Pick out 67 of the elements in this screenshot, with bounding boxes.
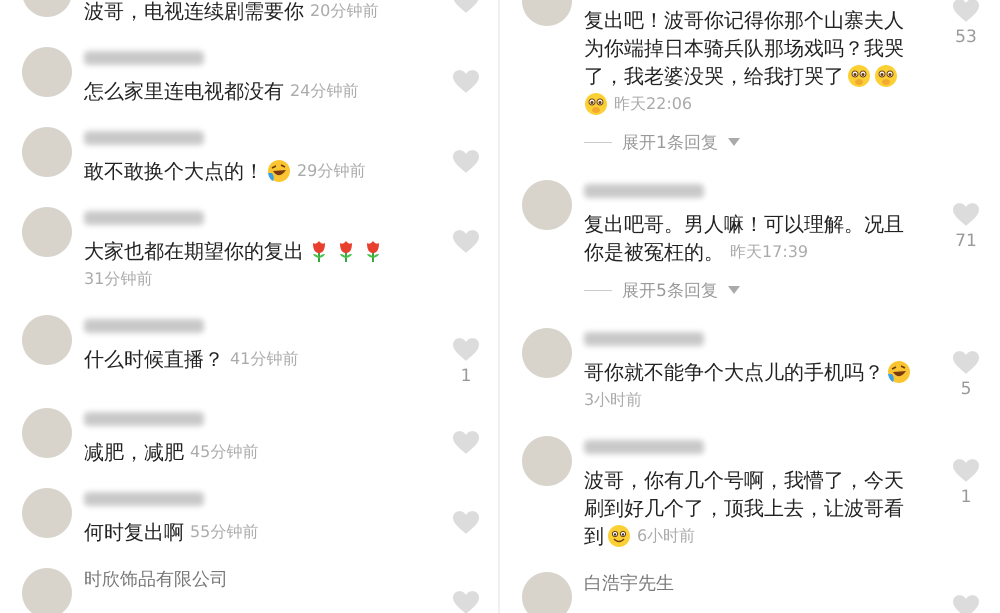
comment-text: 复出吧！波哥你记得你那个山寨夫人 <box>584 6 904 34</box>
comment-text: 怎么家里连电视都没有 <box>84 78 284 104</box>
comment-text: 你是被冤枉的。 <box>584 238 724 266</box>
avatar[interactable] <box>22 408 72 458</box>
timestamp: 20分钟前 <box>310 0 378 22</box>
like-count: 71 <box>955 231 977 251</box>
pleading-face-icon <box>847 64 871 88</box>
timestamp: 3小时前 <box>584 390 642 410</box>
avatar[interactable] <box>522 180 572 230</box>
laughing-crying-face-icon <box>887 360 911 384</box>
timestamp: 昨天17:39 <box>730 242 808 262</box>
heart-icon[interactable] <box>953 351 979 375</box>
heart-icon[interactable] <box>453 150 479 174</box>
avatar[interactable] <box>22 207 72 257</box>
comment-text: 了，我老婆没哭，给我打哭了 <box>584 62 844 90</box>
pleading-face-icon <box>584 92 608 116</box>
comment-text: 减肥，减肥 <box>84 438 184 466</box>
avatar[interactable] <box>522 328 572 378</box>
avatar[interactable] <box>22 568 72 613</box>
comment-text: 何时复出啊 <box>84 518 184 546</box>
comment-text: 复出吧哥。男人嘛！可以理解。况且 <box>584 210 904 238</box>
like-count: 5 <box>960 379 972 399</box>
timestamp: 6小时前 <box>637 526 696 546</box>
heart-icon[interactable] <box>453 591 479 613</box>
heart-icon[interactable] <box>953 203 979 227</box>
heart-icon[interactable] <box>953 0 979 23</box>
caret-down-icon <box>728 286 740 294</box>
timestamp: 昨天22:06 <box>614 94 692 114</box>
pleading-face-icon <box>874 64 898 88</box>
timestamp: 55分钟前 <box>190 522 258 542</box>
avatar[interactable] <box>22 488 72 538</box>
avatar[interactable] <box>22 315 72 365</box>
heart-icon[interactable] <box>453 511 479 535</box>
timestamp: 45分钟前 <box>190 442 258 462</box>
heart-icon[interactable] <box>453 431 479 455</box>
avatar[interactable] <box>22 127 72 177</box>
timestamp: 41分钟前 <box>230 348 298 370</box>
timestamp: 29分钟前 <box>297 160 366 182</box>
comment-text: 敢不敢换个大点的！ <box>84 158 264 184</box>
heart-icon[interactable] <box>953 595 979 613</box>
avatar[interactable] <box>522 572 572 613</box>
comment-text: 为你端掉日本骑兵队那场戏吗？我哭 <box>584 34 904 62</box>
comment-text: 哥你就不能争个大点儿的手机吗？ <box>584 358 884 386</box>
heart-icon[interactable] <box>453 70 479 94</box>
comment-text: 波哥，电视连续剧需要你 <box>84 0 304 24</box>
timestamp: 24分钟前 <box>290 80 358 102</box>
heart-icon[interactable] <box>953 459 979 483</box>
avatar[interactable] <box>522 436 572 486</box>
caret-down-icon <box>728 138 740 146</box>
expand-replies-link[interactable]: 展开5条回复 <box>622 278 718 302</box>
heart-icon[interactable] <box>453 338 479 362</box>
comment-text: 波哥，你有几个号啊，我懵了，今天 <box>584 466 904 494</box>
timestamp: 31分钟前 <box>84 268 152 290</box>
comment-text: 什么时候直播？ <box>84 346 224 372</box>
like-count: 1 <box>960 487 972 507</box>
comment-text: 大家也都在期望你的复出 <box>84 238 304 264</box>
comment-text: 到 <box>584 522 604 550</box>
username[interactable]: 时欣饰品有限公司 <box>84 567 228 591</box>
like-count: 53 <box>955 27 977 47</box>
smiling-face-icon <box>607 524 631 548</box>
heart-icon[interactable] <box>453 230 479 254</box>
like-count: 1 <box>460 366 472 386</box>
laughing-crying-face-icon <box>267 159 291 183</box>
avatar[interactable] <box>22 47 72 97</box>
username[interactable]: 白浩宇先生 <box>584 571 674 595</box>
expand-replies-link[interactable]: 展开1条回复 <box>622 130 718 154</box>
comment-text: 刷到好几个了，顶我上去，让波哥看 <box>584 494 904 522</box>
